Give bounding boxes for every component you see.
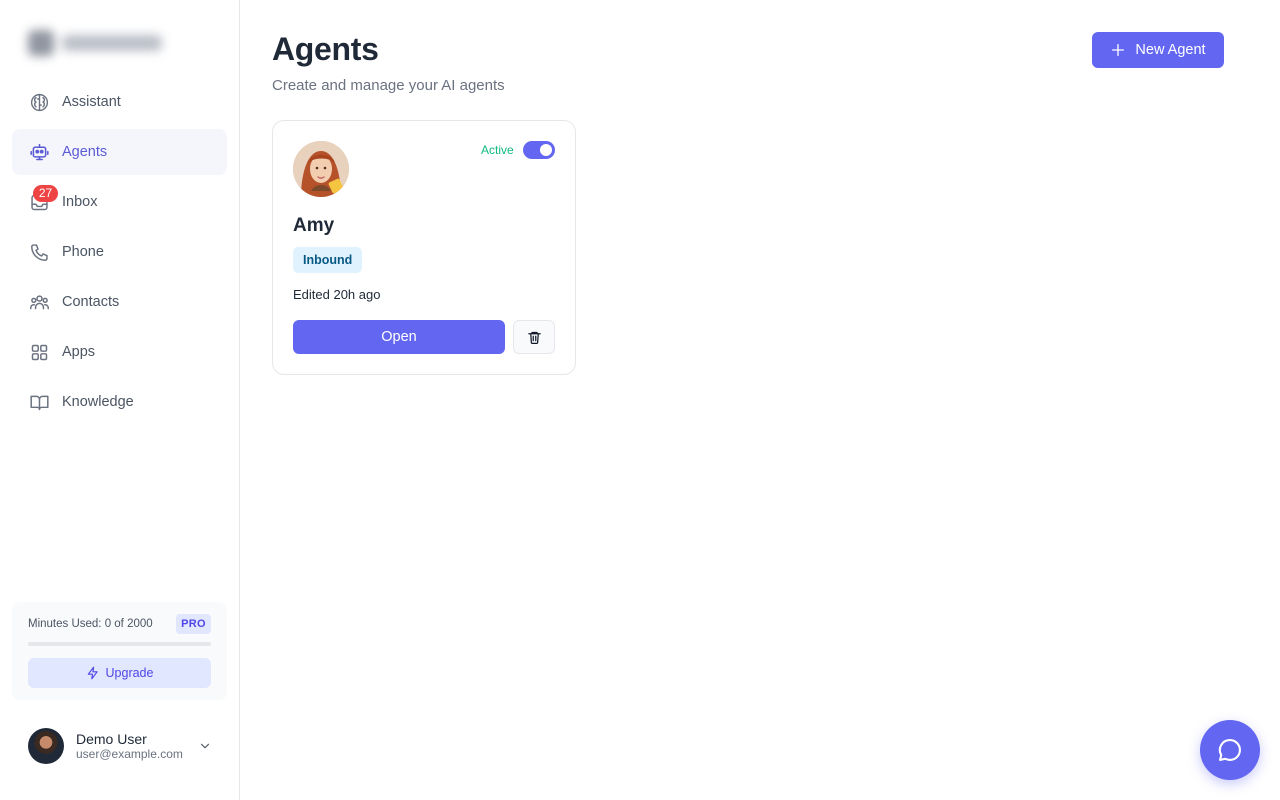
minutes-used-label: Minutes Used: 0 of 2000 (28, 618, 153, 630)
open-label: Open (381, 329, 417, 345)
sidebar-item-phone[interactable]: Phone (12, 229, 227, 275)
sidebar-item-label: Agents (62, 144, 108, 160)
user-avatar (28, 728, 64, 764)
brain-icon (28, 91, 50, 113)
users-icon (28, 291, 50, 313)
upgrade-label: Upgrade (105, 666, 154, 680)
agent-name: Amy (293, 215, 335, 236)
brand-logo-mark (28, 30, 54, 56)
new-agent-label: New Agent (1135, 42, 1206, 58)
usage-progress-bar (28, 642, 211, 646)
sidebar-item-label: Knowledge (62, 394, 134, 410)
brand-logo-text (62, 35, 162, 51)
agent-active-toggle[interactable] (523, 141, 555, 159)
sidebar-item-agents[interactable]: Agents (12, 129, 227, 175)
usage-panel: Minutes Used: 0 of 2000 PRO Upgrade (12, 602, 227, 700)
sidebar-item-apps[interactable]: Apps (12, 329, 227, 375)
toggle-knob (540, 144, 552, 156)
user-name: Demo User (76, 731, 147, 747)
robot-icon (28, 141, 50, 163)
sidebar-item-contacts[interactable]: Contacts (12, 279, 227, 325)
user-menu[interactable]: Demo User user@example.com (28, 728, 218, 764)
lightning-icon (87, 666, 98, 680)
brand-logo[interactable] (24, 26, 168, 60)
agent-avatar (293, 141, 349, 197)
main-content: Agents Create and manage your AI agents … (240, 0, 1280, 800)
page-title: Agents (272, 31, 379, 67)
sidebar-item-label: Phone (62, 244, 104, 260)
agent-edited-time: Edited 20h ago (293, 287, 381, 302)
agent-status-label: Active (481, 143, 514, 157)
sidebar-item-label: Apps (62, 344, 96, 360)
page-subtitle: Create and manage your AI agents (272, 77, 505, 94)
open-agent-button[interactable]: Open (293, 320, 505, 354)
plus-icon (1112, 44, 1125, 56)
agent-type-badge: Inbound (293, 247, 363, 273)
plan-badge: PRO (176, 614, 211, 634)
sidebar-item-inbox[interactable]: 27 Inbox (12, 179, 227, 225)
sidebar-nav: Assistant Agents 27 Inbox Phone Contacts… (12, 79, 227, 429)
agent-card: Active Amy Inbound Edited 20h ago Open (272, 120, 576, 375)
delete-agent-button[interactable] (513, 320, 555, 354)
book-icon (28, 391, 50, 413)
sidebar-item-label: Inbox (62, 194, 98, 210)
sidebar-item-assistant[interactable]: Assistant (12, 79, 227, 125)
trash-icon (527, 331, 541, 344)
inbox-count-badge: 27 (33, 185, 58, 202)
grid-icon (28, 341, 50, 363)
chat-widget-button[interactable] (1200, 720, 1260, 780)
phone-icon (28, 241, 50, 263)
upgrade-button[interactable]: Upgrade (28, 658, 211, 688)
new-agent-button[interactable]: New Agent (1092, 32, 1224, 68)
chat-bubble-icon (1218, 739, 1241, 761)
chevron-down-icon (200, 743, 210, 749)
sidebar-item-label: Contacts (62, 294, 120, 310)
sidebar-item-label: Assistant (62, 94, 121, 110)
sidebar-item-knowledge[interactable]: Knowledge (12, 379, 227, 425)
sidebar: Assistant Agents 27 Inbox Phone Contacts… (0, 0, 240, 800)
user-email: user@example.com (76, 747, 183, 761)
